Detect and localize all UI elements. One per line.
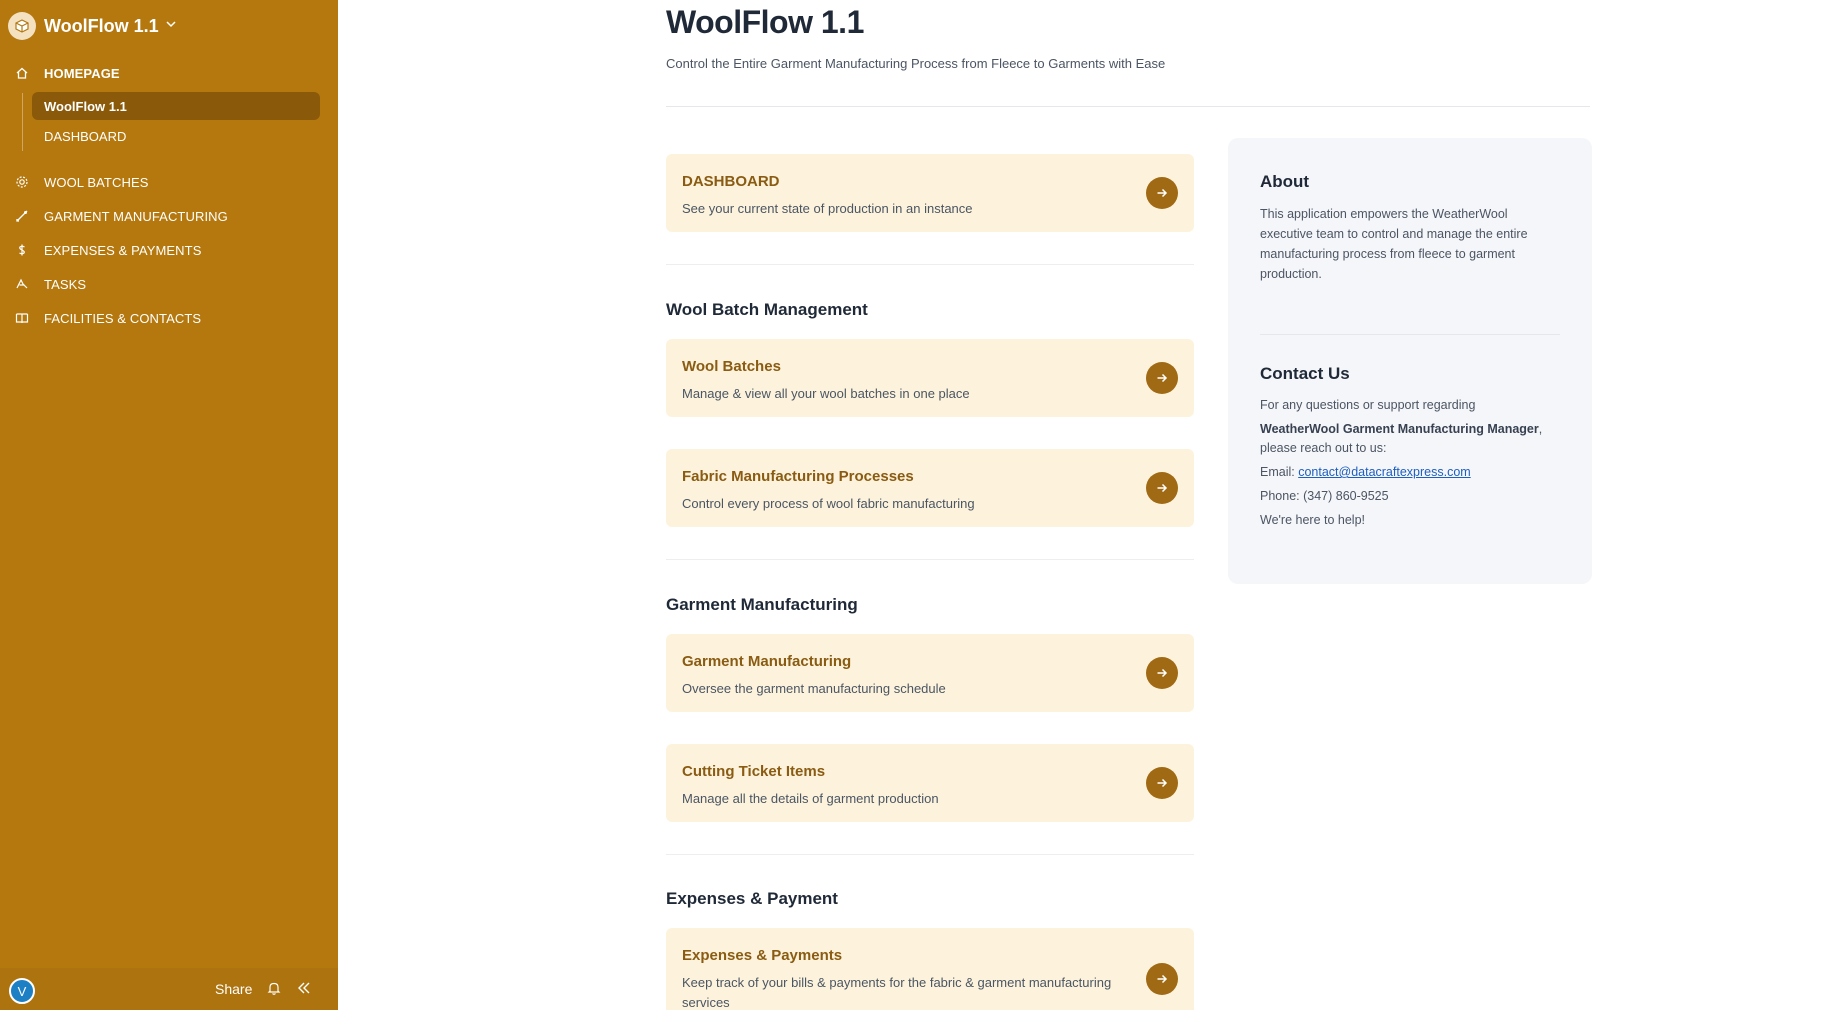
nav-garment-manufacturing-label: GARMENT MANUFACTURING (44, 208, 228, 224)
submenu-guide-line (22, 93, 23, 151)
card-description: Manage all the details of garment produc… (682, 791, 939, 806)
contact-org-name: WeatherWool Garment Manufacturing Manage… (1260, 422, 1539, 436)
card-cutting-ticket-items[interactable]: Cutting Ticket Items Manage all the deta… (666, 744, 1194, 822)
book-icon (14, 310, 30, 326)
nav-facilities-contacts[interactable]: FACILITIES & CONTACTS (0, 303, 338, 333)
nav-expenses-payments-label: EXPENSES & PAYMENTS (44, 242, 202, 258)
sidebar: WoolFlow 1.1 HOMEPAGE WoolFlow 1.1 DASHB… (0, 0, 338, 1010)
avatar[interactable]: V (9, 978, 35, 1004)
nav-expenses-payments[interactable]: EXPENSES & PAYMENTS (0, 235, 338, 265)
section-divider (666, 559, 1194, 560)
card-wool-batches[interactable]: Wool Batches Manage & view all your wool… (666, 339, 1194, 417)
nav-wool-batches-label: WOOL BATCHES (44, 174, 149, 190)
panel-divider (1260, 334, 1560, 335)
arrow-right-icon[interactable] (1146, 657, 1178, 689)
gear-icon (14, 174, 30, 190)
card-title: Fabric Manufacturing Processes (682, 468, 914, 485)
share-button[interactable]: Share (215, 981, 252, 997)
email-link[interactable]: contact@datacraftexpress.com (1298, 465, 1471, 479)
page-title: WoolFlow 1.1 (666, 4, 864, 40)
section-divider (666, 854, 1194, 855)
section-title-expenses: Expenses & Payment (666, 889, 838, 908)
card-title: Wool Batches (682, 358, 781, 375)
contact-help: We're here to help! (1260, 513, 1365, 527)
header-divider (666, 106, 1590, 107)
nav-sub-dashboard[interactable]: DASHBOARD (32, 122, 320, 150)
card-garment-manufacturing[interactable]: Garment Manufacturing Oversee the garmen… (666, 634, 1194, 712)
card-title: Garment Manufacturing (682, 653, 852, 670)
section-title-garment: Garment Manufacturing (666, 595, 858, 614)
nav-tasks-label: TASKS (44, 276, 87, 292)
needle-icon (14, 208, 30, 224)
sidebar-footer: V Share (0, 968, 338, 1010)
tasks-icon (14, 276, 30, 292)
card-expenses-payments[interactable]: Expenses & Payments Keep track of your b… (666, 928, 1194, 1010)
collapse-sidebar-icon[interactable] (296, 980, 312, 1001)
home-icon (14, 65, 30, 81)
bell-icon[interactable] (266, 980, 282, 1001)
arrow-right-icon[interactable] (1146, 963, 1178, 995)
arrow-right-icon[interactable] (1146, 767, 1178, 799)
email-label: Email: (1260, 465, 1299, 479)
nav-homepage[interactable]: HOMEPAGE (0, 58, 338, 88)
section-title-wool-batch: Wool Batch Management (666, 300, 868, 319)
page-subtitle: Control the Entire Garment Manufacturing… (666, 56, 1166, 71)
contact-org-line: WeatherWool Garment Manufacturing Manage… (1260, 422, 1542, 436)
contact-reach: please reach out to us: (1260, 441, 1387, 455)
main-content: WoolFlow 1.1 Control the Entire Garment … (338, 0, 1828, 1010)
nav-wool-batches[interactable]: WOOL BATCHES (0, 167, 338, 197)
contact-email-line: Email: contact@datacraftexpress.com (1260, 465, 1471, 479)
dollar-icon (14, 242, 30, 258)
app-title: WoolFlow 1.1 (44, 15, 159, 36)
card-description: Oversee the garment manufacturing schedu… (682, 681, 946, 696)
contact-org-comma: , (1538, 422, 1543, 436)
card-description: Keep track of your bills & payments for … (682, 975, 1112, 1010)
card-description: Manage & view all your wool batches in o… (682, 386, 970, 401)
about-title: About (1260, 172, 1310, 191)
nav-tasks[interactable]: TASKS (0, 269, 338, 299)
nav-sub-woolflow[interactable]: WoolFlow 1.1 (32, 92, 320, 120)
card-title: Cutting Ticket Items (682, 763, 826, 780)
chevron-down-icon (165, 17, 177, 35)
arrow-right-icon[interactable] (1146, 177, 1178, 209)
nav-homepage-label: HOMEPAGE (44, 65, 120, 81)
arrow-right-icon[interactable] (1146, 362, 1178, 394)
nav-garment-manufacturing[interactable]: GARMENT MANUFACTURING (0, 201, 338, 231)
nav-facilities-contacts-label: FACILITIES & CONTACTS (44, 310, 202, 326)
section-divider (666, 264, 1194, 265)
contact-title: Contact Us (1260, 364, 1350, 383)
contact-intro: For any questions or support regarding (1260, 398, 1476, 412)
info-panel: About This application empowers the Weat… (1228, 138, 1592, 584)
card-title: DASHBOARD (682, 173, 780, 190)
about-text: This application empowers the WeatherWoo… (1260, 207, 1528, 281)
card-fabric-processes[interactable]: Fabric Manufacturing Processes Control e… (666, 449, 1194, 527)
card-description: Control every process of wool fabric man… (682, 496, 975, 511)
contact-phone: Phone: (347) 860-9525 (1260, 489, 1389, 503)
card-description: See your current state of production in … (682, 201, 973, 216)
arrow-right-icon[interactable] (1146, 472, 1178, 504)
app-switcher[interactable]: WoolFlow 1.1 (8, 10, 177, 42)
card-title: Expenses & Payments (682, 947, 843, 964)
card-dashboard[interactable]: DASHBOARD See your current state of prod… (666, 154, 1194, 232)
app-logo-icon (8, 12, 36, 40)
